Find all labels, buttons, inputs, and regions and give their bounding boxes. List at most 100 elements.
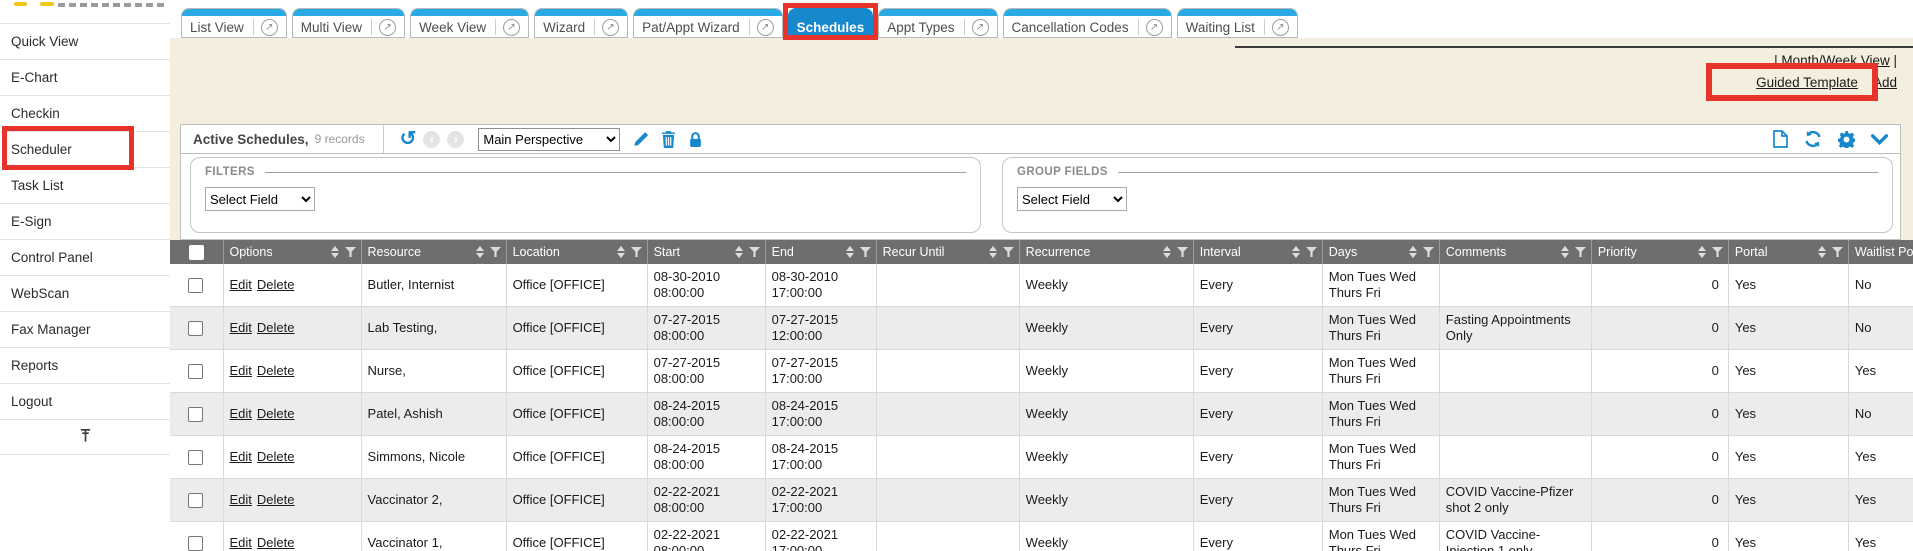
nav-prev-icon[interactable]: ‹: [423, 131, 440, 148]
open-new-window-icon[interactable]: ↗: [1146, 19, 1163, 36]
pushpin-icon[interactable]: [79, 428, 92, 446]
sort-icon[interactable]: [1818, 246, 1826, 258]
open-new-window-icon[interactable]: ↗: [261, 19, 278, 36]
sidebar-item-e-sign[interactable]: E-Sign: [0, 203, 170, 239]
tab-list-view[interactable]: List View↗: [181, 8, 287, 38]
sidebar-item-task-list[interactable]: Task List: [0, 167, 170, 203]
col-header-options[interactable]: Options: [223, 240, 361, 264]
nav-next-icon[interactable]: ›: [447, 131, 464, 148]
open-new-window-icon[interactable]: ↗: [1272, 19, 1289, 36]
sort-icon[interactable]: [1292, 246, 1300, 258]
tab-wizard[interactable]: Wizard↗: [534, 8, 628, 38]
filter-funnel-icon[interactable]: [860, 247, 871, 257]
sort-icon[interactable]: [476, 246, 484, 258]
filter-funnel-icon[interactable]: [490, 247, 501, 257]
tab-week-view[interactable]: Week View↗: [410, 8, 529, 38]
col-header-portal[interactable]: Portal: [1728, 240, 1848, 264]
sidebar-item-webscan[interactable]: WebScan: [0, 275, 170, 311]
col-header-resource[interactable]: Resource: [361, 240, 506, 264]
filter-funnel-icon[interactable]: [1575, 247, 1586, 257]
filter-funnel-icon[interactable]: [1306, 247, 1317, 257]
tab-schedules[interactable]: Schedules: [788, 8, 874, 38]
sidebar-item-control-panel[interactable]: Control Panel: [0, 239, 170, 275]
sort-icon[interactable]: [1409, 246, 1417, 258]
sidebar-item-reports[interactable]: Reports: [0, 347, 170, 383]
filter-funnel-icon[interactable]: [1832, 247, 1843, 257]
filter-funnel-icon[interactable]: [631, 247, 642, 257]
sort-icon[interactable]: [846, 246, 854, 258]
delete-link[interactable]: Delete: [257, 449, 295, 464]
delete-link[interactable]: Delete: [257, 535, 295, 550]
open-new-window-icon[interactable]: ↗: [379, 19, 396, 36]
tab-multi-view[interactable]: Multi View↗: [292, 8, 405, 38]
delete-link[interactable]: Delete: [257, 492, 295, 507]
filter-funnel-icon[interactable]: [749, 247, 760, 257]
col-header-priority[interactable]: Priority: [1591, 240, 1728, 264]
delete-trash-icon[interactable]: [661, 131, 676, 148]
filter-funnel-icon[interactable]: [1423, 247, 1434, 257]
col-header-days[interactable]: Days: [1322, 240, 1439, 264]
edit-pencil-icon[interactable]: [632, 131, 649, 148]
delete-link[interactable]: Delete: [257, 277, 295, 292]
month-week-view-link[interactable]: Month/Week View: [1781, 53, 1889, 68]
delete-link[interactable]: Delete: [257, 406, 295, 421]
open-new-window-icon[interactable]: ↗: [503, 19, 520, 36]
filter-funnel-icon[interactable]: [1003, 247, 1014, 257]
settings-gear-icon[interactable]: [1838, 131, 1855, 148]
tab-pat-appt-wizard[interactable]: Pat/Appt Wizard↗: [633, 8, 783, 38]
col-header-end[interactable]: End: [765, 240, 876, 264]
col-header-recur_until[interactable]: Recur Until: [876, 240, 1019, 264]
row-checkbox[interactable]: [188, 536, 203, 551]
edit-link[interactable]: Edit: [230, 406, 252, 421]
edit-link[interactable]: Edit: [230, 320, 252, 335]
sort-icon[interactable]: [735, 246, 743, 258]
sort-icon[interactable]: [1561, 246, 1569, 258]
edit-link[interactable]: Edit: [230, 363, 252, 378]
sort-icon[interactable]: [989, 246, 997, 258]
col-header-interval[interactable]: Interval: [1193, 240, 1322, 264]
edit-link[interactable]: Edit: [230, 277, 252, 292]
col-header-comments[interactable]: Comments: [1439, 240, 1591, 264]
perspective-select[interactable]: Main Perspective: [478, 128, 620, 151]
guided-template-link[interactable]: Guided Template: [1756, 75, 1858, 90]
sidebar-item-checkin[interactable]: Checkin: [0, 95, 170, 131]
sidebar-item-quick-view[interactable]: Quick View: [0, 23, 170, 59]
open-new-window-icon[interactable]: ↗: [972, 19, 989, 36]
tab-cancellation-codes[interactable]: Cancellation Codes↗: [1003, 8, 1172, 38]
sort-icon[interactable]: [331, 246, 339, 258]
tab-waiting-list[interactable]: Waiting List↗: [1177, 8, 1298, 38]
delete-link[interactable]: Delete: [257, 320, 295, 335]
delete-link[interactable]: Delete: [257, 363, 295, 378]
open-new-window-icon[interactable]: ↗: [602, 19, 619, 36]
row-checkbox[interactable]: [188, 450, 203, 465]
undo-icon[interactable]: ↺: [400, 129, 417, 149]
collapse-chevron-icon[interactable]: [1871, 134, 1888, 145]
filters-field-select[interactable]: Select Field: [205, 187, 315, 211]
tab-appt-types[interactable]: Appt Types↗: [878, 8, 997, 38]
sidebar-item-logout[interactable]: Logout: [0, 383, 170, 419]
row-checkbox[interactable]: [188, 493, 203, 508]
select-all-checkbox[interactable]: [189, 245, 204, 260]
row-checkbox[interactable]: [188, 278, 203, 293]
edit-link[interactable]: Edit: [230, 492, 252, 507]
refresh-icon[interactable]: [1804, 130, 1822, 148]
edit-link[interactable]: Edit: [230, 535, 252, 550]
lock-icon[interactable]: [688, 131, 703, 148]
edit-link[interactable]: Edit: [230, 449, 252, 464]
sort-icon[interactable]: [1698, 246, 1706, 258]
filter-funnel-icon[interactable]: [1712, 247, 1723, 257]
sidebar-item-fax-manager[interactable]: Fax Manager: [0, 311, 170, 347]
sidebar-item-e-chart[interactable]: E-Chart: [0, 59, 170, 95]
col-header-waitlist[interactable]: Waitlist Po: [1848, 240, 1913, 264]
open-new-window-icon[interactable]: ↗: [757, 19, 774, 36]
add-link[interactable]: Add: [1873, 75, 1897, 90]
filter-funnel-icon[interactable]: [345, 247, 356, 257]
sort-icon[interactable]: [1163, 246, 1171, 258]
filter-funnel-icon[interactable]: [1177, 247, 1188, 257]
row-checkbox[interactable]: [188, 407, 203, 422]
new-document-icon[interactable]: [1773, 130, 1788, 148]
group-fields-field-select[interactable]: Select Field: [1017, 187, 1127, 211]
col-header-location[interactable]: Location: [506, 240, 647, 264]
col-header-recurrence[interactable]: Recurrence: [1019, 240, 1193, 264]
sort-icon[interactable]: [617, 246, 625, 258]
